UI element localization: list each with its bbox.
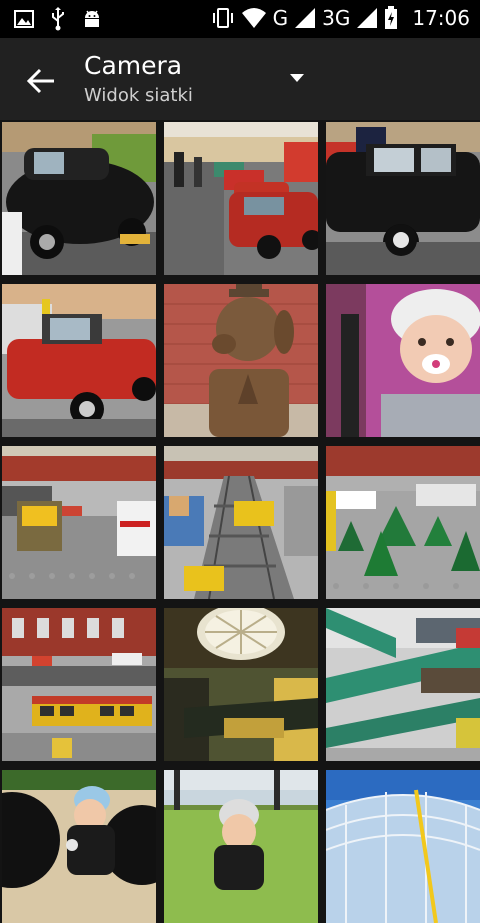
wifi-icon — [241, 8, 266, 28]
photo-dog-statue[interactable] — [164, 284, 318, 437]
signal-icon-2 — [357, 8, 378, 28]
photo-lego-trees[interactable] — [326, 446, 480, 599]
photo-black-fiat-126p[interactable] — [2, 122, 156, 275]
photo-mall-dome[interactable] — [164, 608, 318, 761]
vibrate-icon — [212, 8, 233, 28]
photo-lego-railway[interactable] — [164, 446, 318, 599]
photo-child-in-park[interactable] — [164, 770, 318, 923]
usb-icon — [52, 7, 64, 31]
photo-row-of-fiats-street[interactable] — [164, 122, 318, 275]
photo-red-fiat-convertible[interactable] — [2, 284, 156, 437]
photo-glass-roof[interactable] — [326, 770, 480, 923]
battery-charging-icon — [385, 6, 398, 29]
photo-child-on-tire[interactable] — [2, 770, 156, 923]
photo-lego-city-street[interactable] — [2, 446, 156, 599]
photo-grid — [0, 120, 480, 923]
photo-mall-escalators[interactable] — [326, 608, 480, 761]
image-icon — [14, 10, 34, 28]
clock: 17:06 — [412, 6, 470, 30]
photo-baby-in-stroller[interactable] — [326, 284, 480, 437]
back-arrow-icon[interactable] — [24, 64, 58, 98]
signal-icon — [295, 8, 316, 28]
app-bar: Camera Widok siatki — [0, 38, 480, 120]
album-title[interactable]: Camera — [84, 51, 182, 80]
dropdown-arrow-icon[interactable] — [290, 74, 304, 82]
photo-black-fiat-closeup[interactable] — [326, 122, 480, 275]
network-type-3g: 3G — [322, 6, 351, 30]
android-icon — [85, 10, 99, 27]
network-type-g: G — [272, 6, 289, 30]
status-bar: G 3G 17:06 — [0, 0, 480, 38]
photo-lego-buses[interactable] — [2, 608, 156, 761]
view-mode-label[interactable]: Widok siatki — [84, 85, 193, 106]
